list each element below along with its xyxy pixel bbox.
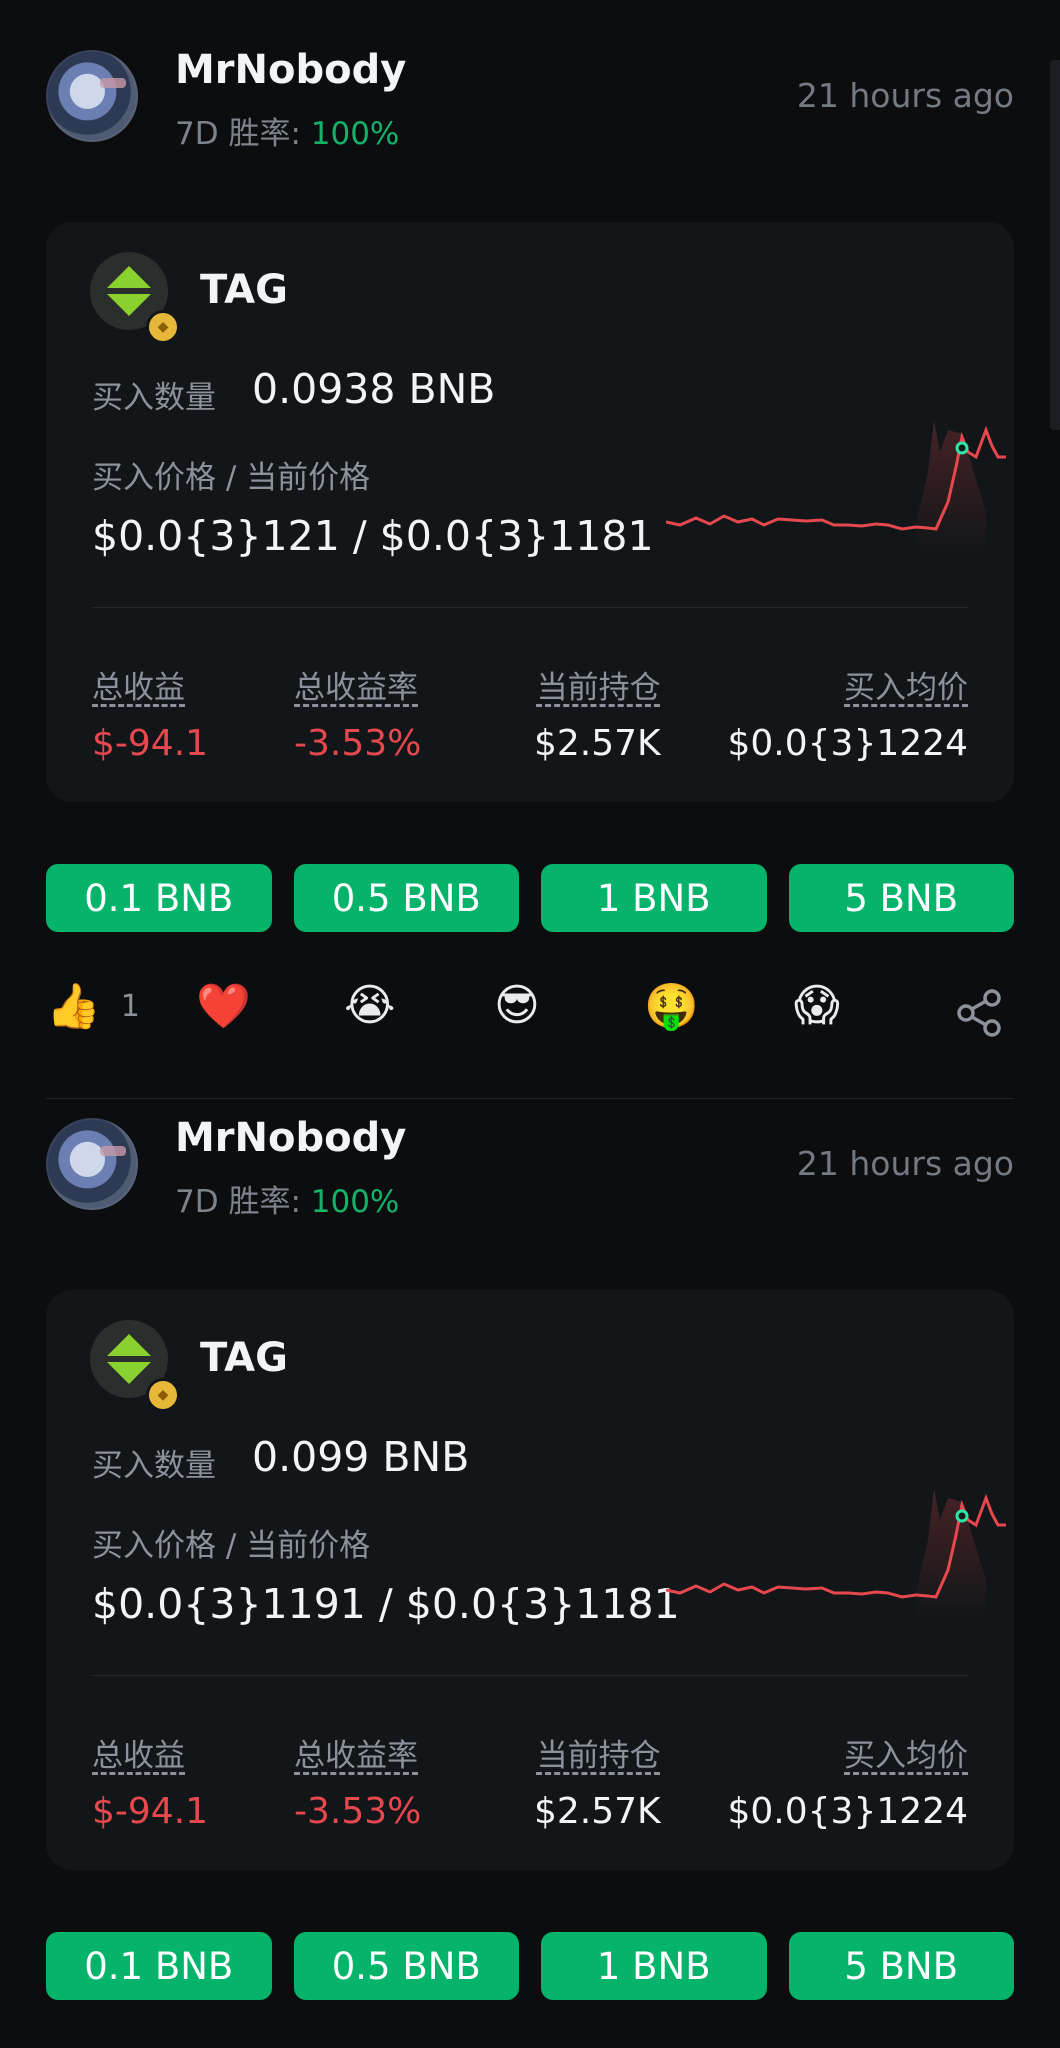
divider — [92, 1675, 968, 1676]
heart-icon[interactable]: ❤️ — [196, 980, 251, 1032]
total-profit-label[interactable]: 总收益 — [92, 662, 208, 707]
current-position-stat: 当前持仓 $2.57K — [534, 662, 661, 764]
price-sparkline — [666, 1488, 1006, 1620]
avg-buy-price-label[interactable]: 买入均价 — [728, 662, 968, 707]
scrollbar[interactable] — [1050, 60, 1060, 430]
avg-buy-price-value: $0.0{3}1224 — [727, 1791, 969, 1832]
buy-0.5-bnb-button[interactable]: 0.5 BNB — [293, 1932, 519, 2000]
buy-0.1-bnb-button[interactable]: 0.1 BNB — [46, 864, 272, 932]
quick-buy-buttons: 0.1 BNB 0.5 BNB 1 BNB 5 BNB — [46, 864, 1014, 932]
current-position-value: $2.57K — [534, 1791, 661, 1832]
buy-1-bnb-button[interactable]: 1 BNB — [541, 864, 767, 932]
buy-5-bnb-button[interactable]: 5 BNB — [788, 864, 1014, 932]
avatar[interactable] — [46, 1118, 138, 1210]
money-mouth-face-icon[interactable]: 🤑 — [644, 980, 699, 1032]
avg-buy-price-stat: 买入均价 $0.0{3}1224 — [728, 1730, 969, 1832]
buy-qty-value: 0.0938 BNB — [252, 365, 496, 413]
total-return-value: -3.53% — [294, 1791, 422, 1832]
price-value: $0.0{3}1191 / $0.0{3}1181 — [92, 1580, 680, 1628]
current-position-value: $2.57K — [534, 723, 661, 764]
buy-0.1-bnb-button[interactable]: 0.1 BNB — [46, 1932, 272, 2000]
buy-5-bnb-button[interactable]: 5 BNB — [788, 1932, 1014, 2000]
bnb-chain-icon: ◆ — [146, 1378, 180, 1412]
total-profit-label[interactable]: 总收益 — [92, 1730, 208, 1775]
winrate-label: 7D 胜率: — [175, 116, 311, 152]
trade-post: MrNobody 7D 胜率: 100% 21 hours ago ◆ TAG … — [46, 1068, 1014, 2000]
trade-post: MrNobody 7D 胜率: 100% 21 hours ago ◆ TAG … — [46, 0, 1014, 1099]
total-profit-value: $-94.1 — [92, 723, 209, 764]
trade-card[interactable]: ◆ TAG 买入数量 0.0938 BNB 买入价格 / 当前价格 $0.0{3… — [46, 222, 1014, 802]
winrate-value: 100% — [310, 1184, 400, 1220]
winrate: 7D 胜率: 100% — [175, 1176, 399, 1221]
screaming-face-icon[interactable]: 😱 — [794, 980, 840, 1031]
buy-qty-label: 买入数量 — [92, 1448, 216, 1484]
current-position-label[interactable]: 当前持仓 — [534, 1730, 661, 1775]
divider — [92, 607, 968, 608]
bnb-chain-icon: ◆ — [146, 310, 180, 344]
token-name[interactable]: TAG — [200, 267, 288, 313]
buy-qty-value: 0.099 BNB — [252, 1433, 470, 1481]
total-return-stat: 总收益率 -3.53% — [294, 662, 421, 764]
avg-buy-price-stat: 买入均价 $0.0{3}1224 — [728, 662, 969, 764]
total-return-label[interactable]: 总收益率 — [294, 662, 421, 707]
reaction-thumbs-up[interactable]: 👍 1 — [46, 980, 140, 1032]
buy-qty-label: 买入数量 — [92, 380, 216, 416]
price-sparkline — [666, 420, 1006, 552]
winrate-value: 100% — [310, 116, 400, 152]
current-position-label[interactable]: 当前持仓 — [534, 662, 661, 707]
sunglasses-face-icon[interactable]: 😎 — [494, 980, 540, 1031]
total-profit-stat: 总收益 $-94.1 — [92, 1730, 208, 1832]
avg-buy-price-label[interactable]: 买入均价 — [728, 1730, 968, 1775]
buy-0.5-bnb-button[interactable]: 0.5 BNB — [293, 864, 519, 932]
thumbs-up-icon: 👍 — [46, 981, 101, 1032]
total-return-value: -3.53% — [294, 723, 422, 764]
winrate: 7D 胜率: 100% — [175, 108, 399, 153]
total-profit-value: $-94.1 — [92, 1791, 209, 1832]
quick-buy-buttons: 0.1 BNB 0.5 BNB 1 BNB 5 BNB — [46, 1932, 1014, 2000]
reaction-bar: 👍 1 ❤️ 😭 😎 🤑 😱 — [46, 980, 1014, 1050]
username[interactable]: MrNobody — [175, 47, 406, 93]
price-label: 买入价格 / 当前价格 — [92, 1528, 371, 1564]
post-header: MrNobody 7D 胜率: 100% 21 hours ago — [46, 1068, 1014, 1220]
share-icon[interactable] — [956, 988, 1004, 1038]
username[interactable]: MrNobody — [175, 1115, 406, 1161]
post-header: MrNobody 7D 胜率: 100% 21 hours ago — [46, 0, 1014, 152]
total-return-label[interactable]: 总收益率 — [294, 1730, 421, 1775]
token-name[interactable]: TAG — [200, 1335, 288, 1381]
price-value: $0.0{3}121 / $0.0{3}1181 — [92, 512, 654, 560]
trade-card[interactable]: ◆ TAG 买入数量 0.099 BNB 买入价格 / 当前价格 $0.0{3}… — [46, 1290, 1014, 1870]
total-profit-stat: 总收益 $-94.1 — [92, 662, 208, 764]
avatar[interactable] — [46, 50, 138, 142]
avg-buy-price-value: $0.0{3}1224 — [727, 723, 969, 764]
post-time: 21 hours ago — [796, 76, 1014, 115]
total-return-stat: 总收益率 -3.53% — [294, 1730, 421, 1832]
crying-face-icon[interactable]: 😭 — [344, 980, 395, 1031]
reaction-count: 1 — [120, 988, 140, 1024]
current-position-stat: 当前持仓 $2.57K — [534, 1730, 661, 1832]
price-label: 买入价格 / 当前价格 — [92, 460, 371, 496]
winrate-label: 7D 胜率: — [175, 1184, 311, 1220]
post-time: 21 hours ago — [796, 1144, 1014, 1183]
buy-1-bnb-button[interactable]: 1 BNB — [541, 1932, 767, 2000]
